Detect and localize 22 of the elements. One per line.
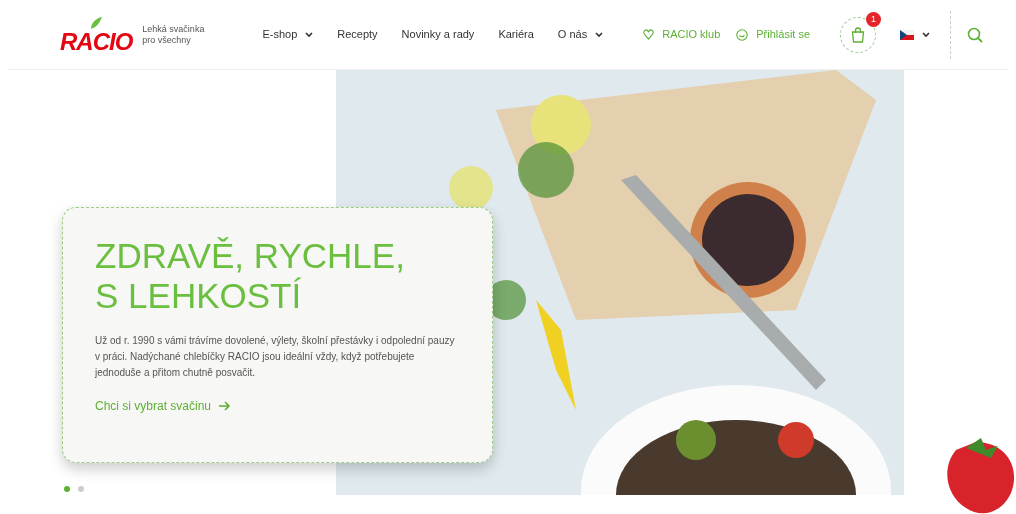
nav-link[interactable]: Recepty	[337, 26, 378, 43]
flag-icon	[900, 29, 915, 40]
logo[interactable]: RACIO	[60, 15, 133, 54]
nav-link[interactable]: O nás	[557, 26, 604, 43]
chevron-icon	[595, 31, 604, 38]
hero-text: Už od r. 1990 s vámi trávíme dovolené, výlety, školní přestávky i odpolední pauzy v práci. Nadýchané chlebíčky RACIO jsou ideální vždy, když potřebujete jednoduše a přitom chutně posvačit.	[95, 333, 456, 380]
nav-link[interactable]: Kariéra	[498, 26, 534, 43]
hero-title: ZDRAVĚ, RYCHLE, S LEHKOSTÍ	[95, 236, 406, 317]
tagline: Lehká svačinka pro všechny	[142, 23, 205, 46]
language-selector[interactable]	[900, 29, 931, 40]
bag-icon	[851, 26, 866, 43]
nav-link[interactable]: Novinky a rady	[401, 26, 475, 43]
carousel-dot[interactable]	[78, 486, 84, 492]
arrow-icon	[219, 400, 232, 411]
smiley-icon	[736, 28, 749, 41]
carousel-dot[interactable]	[64, 486, 70, 492]
chevron-icon	[305, 31, 314, 38]
cart-count-badge: 1	[866, 11, 882, 27]
nav-link[interactable]: E-shop	[262, 26, 314, 43]
search-icon	[967, 27, 984, 44]
chevron-icon	[922, 31, 931, 38]
heart-icon	[643, 29, 655, 40]
